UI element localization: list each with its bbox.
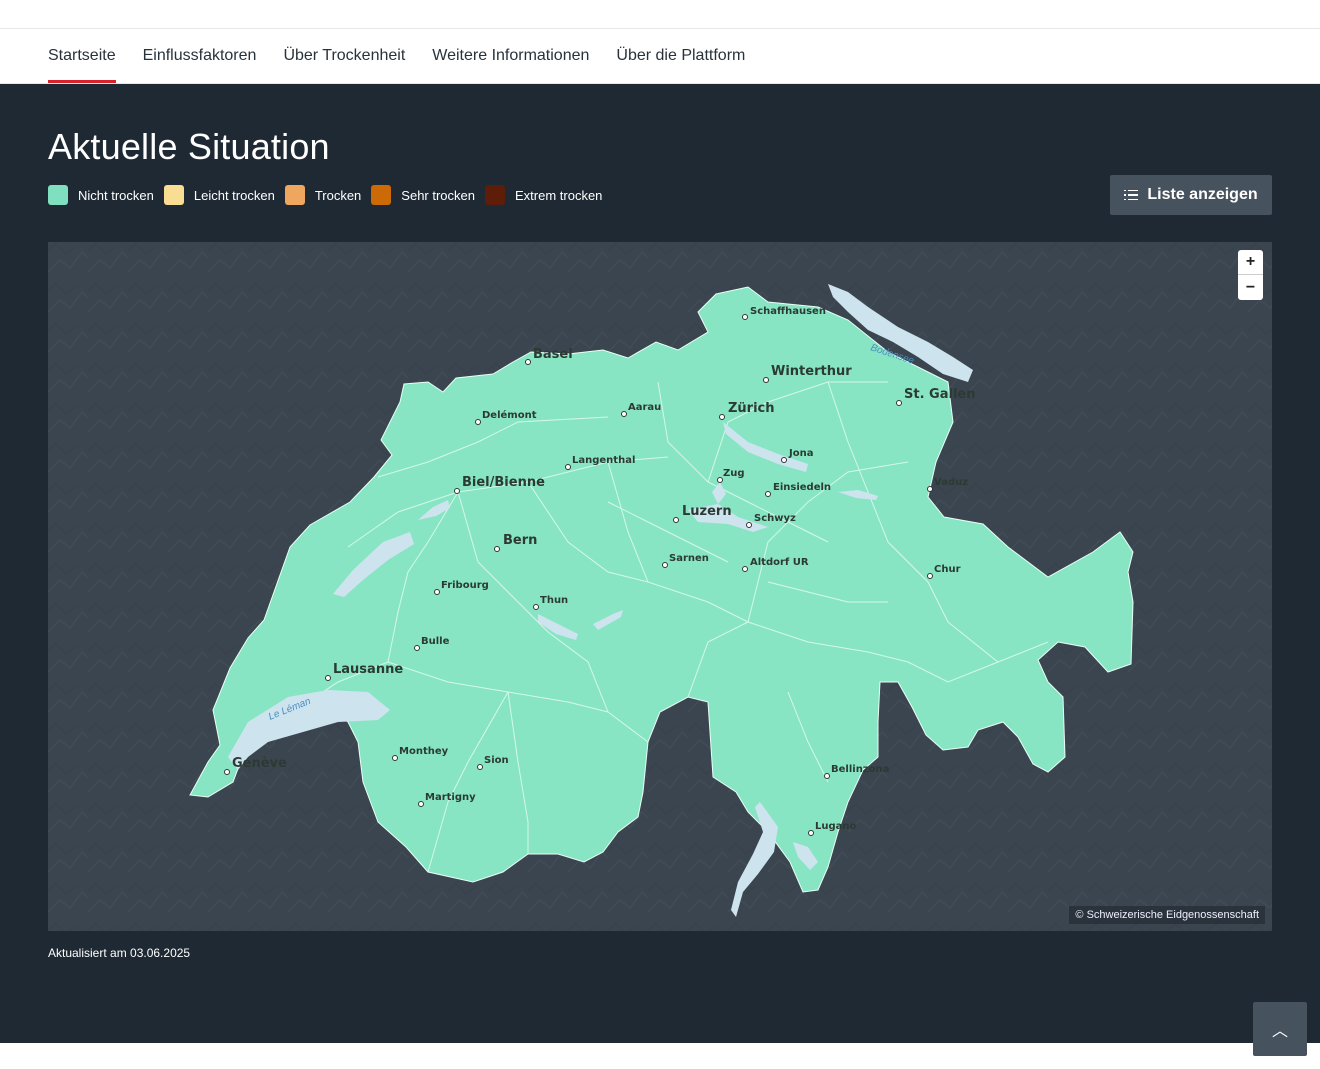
map-attribution: © Schweizerische Eidgenossenschaft	[1069, 906, 1265, 924]
legend-swatch	[485, 185, 505, 205]
legend-item-nicht-trocken: Nicht trocken	[48, 185, 154, 205]
drought-legend: Nicht trocken Leicht trocken Trocken Seh…	[48, 185, 612, 205]
back-to-top-button[interactable]: ︿	[1253, 1002, 1307, 1056]
svg-text:Zürich: Zürich	[728, 401, 775, 416]
tab-ueber-die-plattform[interactable]: Über die Plattform	[616, 29, 745, 83]
legend-label: Nicht trocken	[78, 187, 154, 203]
svg-text:Biel/Bienne: Biel/Bienne	[462, 475, 545, 490]
svg-text:Thun: Thun	[540, 595, 568, 606]
svg-text:Lausanne: Lausanne	[333, 662, 403, 677]
legend-swatch	[371, 185, 392, 205]
svg-text:Genève: Genève	[232, 756, 287, 771]
tab-einflussfaktoren[interactable]: Einflussfaktoren	[143, 29, 257, 83]
legend-label: Sehr trocken	[401, 187, 475, 203]
svg-text:Basel: Basel	[533, 347, 573, 362]
svg-text:Winterthur: Winterthur	[771, 364, 852, 379]
show-list-label: Liste anzeigen	[1147, 186, 1258, 203]
show-list-button[interactable]: Liste anzeigen	[1110, 175, 1272, 215]
legend-item-leicht-trocken: Leicht trocken	[163, 185, 275, 205]
zoom-control: + −	[1238, 250, 1263, 300]
updated-date: Aktualisiert am 03.06.2025	[48, 946, 191, 960]
drought-map[interactable]: Bodensee Le Léman Schaffhausen Basel Win…	[48, 242, 1272, 931]
svg-text:Bern: Bern	[503, 533, 537, 548]
svg-text:St. Gallen: St. Gallen	[904, 387, 975, 402]
svg-text:Martigny: Martigny	[425, 792, 476, 803]
svg-text:Vaduz: Vaduz	[934, 477, 968, 488]
tab-ueber-trockenheit[interactable]: Über Trockenheit	[283, 29, 405, 83]
legend-swatch	[163, 185, 184, 205]
legend-swatch	[48, 185, 68, 205]
zoom-out-button[interactable]: −	[1238, 275, 1263, 300]
svg-text:Zug: Zug	[723, 468, 745, 479]
svg-text:Sarnen: Sarnen	[669, 553, 709, 564]
svg-text:Sion: Sion	[484, 755, 509, 766]
legend-label: Trocken	[314, 187, 362, 203]
svg-text:Bulle: Bulle	[421, 636, 450, 647]
zoom-in-button[interactable]: +	[1238, 250, 1263, 275]
top-strip	[0, 0, 1320, 29]
svg-text:Monthey: Monthey	[399, 746, 449, 757]
legend-item-extrem-trocken: Extrem trocken	[485, 185, 602, 205]
tab-startseite[interactable]: Startseite	[48, 29, 116, 83]
legend-item-trocken: Trocken	[284, 185, 362, 205]
legend-label: Leicht trocken	[193, 187, 275, 203]
legend-swatch	[284, 185, 305, 205]
svg-text:Luzern: Luzern	[682, 504, 732, 519]
svg-text:Fribourg: Fribourg	[441, 580, 489, 591]
svg-text:Schaffhausen: Schaffhausen	[750, 306, 826, 317]
main-navigation: Startseite Einflussfaktoren Über Trocken…	[0, 29, 1320, 84]
svg-text:Altdorf UR: Altdorf UR	[750, 557, 809, 568]
svg-text:Aarau: Aarau	[628, 402, 661, 413]
svg-text:Delémont: Delémont	[482, 409, 537, 421]
list-icon	[1124, 189, 1139, 201]
svg-text:Lugano: Lugano	[815, 821, 857, 832]
map-canvas: Bodensee Le Léman Schaffhausen Basel Win…	[48, 242, 1272, 931]
legend-item-sehr-trocken: Sehr trocken	[371, 185, 475, 205]
situation-section: Aktuelle Situation Nicht trocken Leicht …	[0, 84, 1320, 1043]
svg-text:Langenthal: Langenthal	[572, 455, 635, 466]
tab-weitere-informationen[interactable]: Weitere Informationen	[432, 29, 589, 83]
svg-text:Chur: Chur	[934, 564, 961, 575]
chevron-up-icon: ︿	[1271, 1023, 1288, 1040]
city-basel: Basel	[525, 347, 573, 365]
svg-text:Jona: Jona	[788, 448, 813, 459]
svg-text:Schwyz: Schwyz	[754, 513, 796, 524]
svg-text:Einsiedeln: Einsiedeln	[773, 482, 831, 493]
svg-text:Bellinzona: Bellinzona	[831, 764, 889, 775]
page-title: Aktuelle Situation	[48, 126, 330, 167]
legend-label: Extrem trocken	[515, 187, 603, 203]
